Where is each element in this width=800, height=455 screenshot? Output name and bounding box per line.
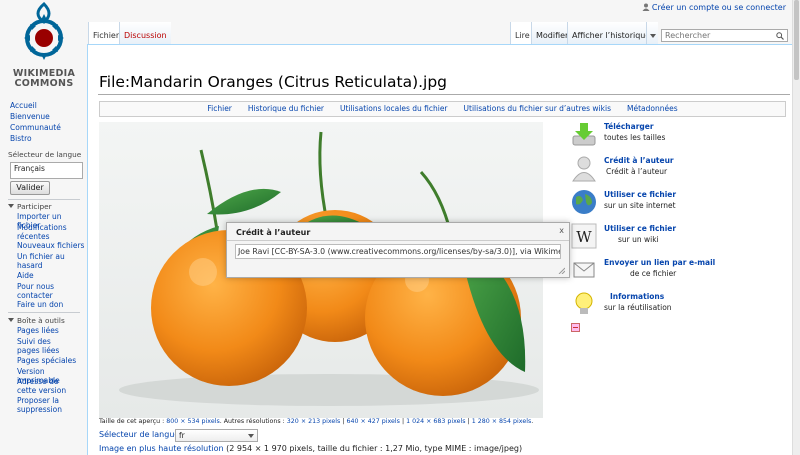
sidebar-item-adresse[interactable]: Adresse de cette version [17,377,79,395]
sidebar-item-bistro[interactable]: Bistro [10,134,32,143]
action-email[interactable]: Envoyer un lien par e-mail de ce fichier [570,256,750,286]
toc-historique[interactable]: Historique du fichier [248,104,324,113]
chevron-down-icon [248,434,254,438]
caption-mid: . Autres résolutions : [219,418,287,425]
dialog-title: Crédit à l’auteur [236,228,311,237]
sidebar-divider [8,199,80,200]
search-icon[interactable] [776,32,784,40]
lightbulb-icon [575,292,593,314]
action-use-wiki[interactable]: W Utiliser ce fichier sur un wiki [570,222,750,252]
action-subtitle: toutes les tailles [604,133,666,142]
search-input[interactable] [665,31,775,40]
language-select[interactable]: Français [10,162,83,179]
action-subtitle: Crédit à l’auteur [606,167,668,176]
sidebar-item-hasard[interactable]: Un fichier au hasard [17,252,69,270]
sidebar-item-don[interactable]: Faire un don [17,300,63,309]
action-use-web[interactable]: Utiliser ce fichier sur un site internet [570,188,750,218]
sidebar-item-modifications[interactable]: Modifications récentes [17,223,77,241]
valider-button[interactable]: Valider [10,181,50,195]
user-icon [572,156,596,182]
logo-wordmark-line2: COMMONS [14,78,74,89]
email-icon [573,262,595,278]
action-subtitle: sur un site internet [604,201,676,210]
dialog-divider [227,240,569,241]
action-title: Informations [610,292,665,301]
sidebar-section-participer[interactable]: Participer [8,202,52,211]
tab-fichier[interactable]: Fichier [88,22,124,44]
sidebar-item-communaute[interactable]: Communauté [10,123,61,132]
svg-text:W: W [576,228,592,246]
sidebar-item-aide[interactable]: Aide [17,271,34,280]
action-title: Utiliser ce fichier [604,190,677,199]
page-scrollbar[interactable] [792,0,800,455]
language-selector-text: Sélecteur de langue: [99,430,183,439]
language-dropdown-value: fr [179,431,185,440]
personal-tools: Créer un compte ou se connecter [642,3,786,12]
sidebar-item-suivi[interactable]: Suivi des pages liées [17,337,71,355]
sidebar-item-pages-liees[interactable]: Pages liées [17,326,59,335]
commons-logo-icon [24,2,64,60]
action-title: Envoyer un lien par e-mail [604,258,716,267]
action-download[interactable]: Télécharger toutes les tailles [570,120,750,150]
wikipedia-icon: W [571,223,597,249]
toc-autres-wikis[interactable]: Utilisations du fichier sur d’autres wik… [464,104,611,113]
collapse-icon[interactable] [571,323,580,332]
sidebar-section-title: Participer [17,202,52,211]
full-resolution-row: Image en plus haute résolution (2 954 × … [99,444,522,453]
sidebar-item-bienvenue[interactable]: Bienvenue [10,112,50,121]
sidebar-divider [8,312,80,313]
page-title: File:Mandarin Oranges (Citrus Reticulata… [99,73,448,91]
scrollbar-thumb[interactable] [794,0,799,80]
action-subtitle: sur la réutilisation [604,303,672,312]
wikimedia-commons-logo[interactable]: WIKIMEDIA COMMONS [0,0,88,92]
author-credit-dialog: Crédit à l’auteur x Joe Ravi [CC-BY-SA-3… [226,222,570,278]
search-box[interactable] [661,29,788,42]
preview-size-caption: Taille de cet aperçu : 800 × 534 pixels.… [99,418,534,425]
full-resolution-link[interactable]: Image en plus haute résolution [99,444,224,453]
sidebar-item-nouveaux-fichiers[interactable]: Nouveaux fichiers [17,241,87,250]
action-subtitle: de ce fichier [630,269,677,278]
action-title: Utiliser ce fichier [604,224,677,233]
action-title: Télécharger [604,122,654,131]
sidebar-item-suppression[interactable]: Proposer la suppression [17,396,69,414]
caption-prefix: Taille de cet aperçu : [99,418,167,425]
heading-divider [98,94,790,95]
chevron-down-icon [650,34,656,38]
close-icon[interactable]: x [559,226,564,235]
user-icon [642,3,650,11]
language-selector-label: Sélecteur de langue [8,150,82,159]
sidebar-item-contact[interactable]: Pour nous contacter [17,282,61,300]
resolution-link-320[interactable]: 320 × 213 pixels [287,418,341,425]
resolution-link-1024[interactable]: 1 024 × 683 pixels [406,418,466,425]
create-account-link[interactable]: Créer un compte ou se connecter [652,3,786,12]
toc-metadonnees[interactable]: Métadonnées [627,104,678,113]
action-subtitle: sur un wiki [618,235,659,244]
toc-utilisations-locales[interactable]: Utilisations locales du fichier [340,104,448,113]
resize-grip-icon[interactable] [558,267,565,274]
download-icon [572,123,596,146]
collapse-arrow-icon [8,318,14,322]
sidebar-item-pages-speciales[interactable]: Pages spéciales [17,356,87,365]
sidebar-item-accueil[interactable]: Accueil [10,101,37,110]
globe-icon [572,190,596,214]
toc-fichier[interactable]: Fichier [207,104,232,113]
resolution-link-800[interactable]: 800 × 534 pixels [166,418,220,425]
resolution-link-1280[interactable]: 1 280 × 854 pixels [472,418,532,425]
action-credit[interactable]: Crédit à l’auteur Crédit à l’auteur [570,154,750,184]
language-dropdown[interactable]: fr [175,429,258,442]
resolution-link-640[interactable]: 640 × 427 pixels [346,418,400,425]
full-resolution-info: (2 954 × 1 970 pixels, taille du fichier… [223,444,523,453]
sidebar-section-outils[interactable]: Boîte à outils [8,316,65,325]
action-info[interactable]: Informations sur la réutilisation [570,290,750,320]
file-toc: Fichier Historique du fichier Utilisations… [99,101,786,117]
tab-discussion[interactable]: Discussion [119,22,171,44]
collapse-arrow-icon [8,204,14,208]
tab-historique[interactable]: Afficher l’historique [567,22,655,44]
action-title: Crédit à l’auteur [604,156,674,165]
more-actions-menu[interactable] [646,22,658,44]
credit-text-field[interactable]: Joe Ravi [CC-BY-SA-3.0 (www.creativecomm… [235,244,561,259]
sidebar-section-title: Boîte à outils [17,316,65,325]
